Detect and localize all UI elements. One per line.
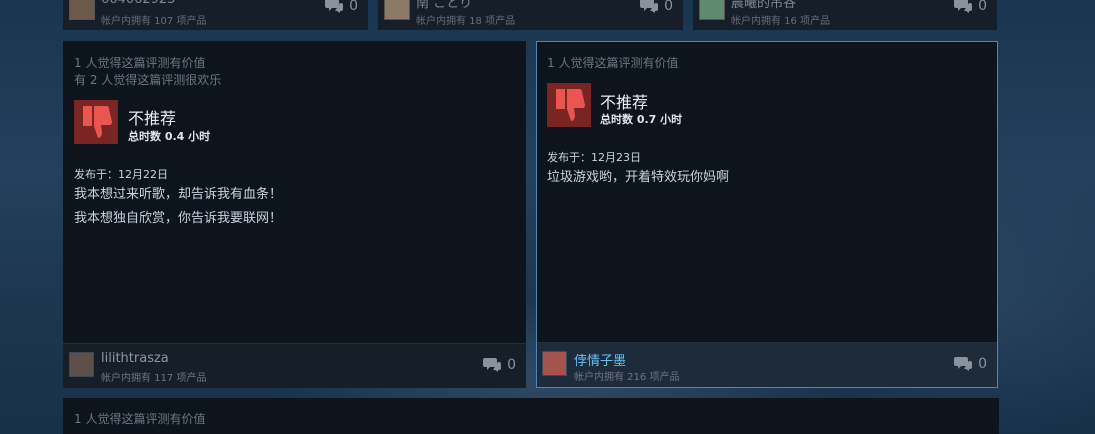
comment-count: 0 bbox=[978, 0, 987, 14]
author-name[interactable]: 侼情子墨 bbox=[574, 350, 626, 369]
author-name[interactable]: 晨曦的吊谷 bbox=[731, 0, 796, 11]
avatar[interactable] bbox=[69, 0, 95, 20]
comment-count: 0 bbox=[507, 357, 516, 373]
review-card-bottom[interactable]: 1 人觉得这篇评测有价值 bbox=[63, 398, 999, 434]
thumbs-down-icon bbox=[74, 100, 118, 144]
recommendation-label: 不推荐 bbox=[600, 93, 649, 112]
review-card-top-3: 晨曦的吊谷 帐户内拥有 16 项产品 0 bbox=[693, 0, 997, 30]
helpful-count: 1 人觉得这篇评测有价值 bbox=[547, 56, 679, 70]
recommendation-label: 不推荐 bbox=[128, 109, 177, 128]
avatar[interactable] bbox=[69, 352, 94, 377]
owned-count: 帐户内拥有 216 项产品 bbox=[574, 372, 680, 383]
comment-count: 0 bbox=[664, 0, 673, 14]
comment-count: 0 bbox=[349, 0, 358, 14]
owned-count: 帐户内拥有 18 项产品 bbox=[416, 16, 516, 27]
review-card-top-2: 南 ことり 帐户内拥有 18 项产品 0 bbox=[378, 0, 683, 30]
playtime-hours: 总时数 0.7 小时 bbox=[600, 113, 683, 126]
review-footer: lilithtrasza 帐户内拥有 117 项产品 0 bbox=[63, 343, 526, 388]
helpful-count: 1 人觉得这篇评测有价值 bbox=[74, 412, 206, 426]
review-line: 垃圾游戏哟，开着特效玩你妈啊 bbox=[547, 170, 730, 185]
author-name[interactable]: 664062923 bbox=[101, 0, 175, 7]
author-name[interactable]: 南 ことり bbox=[416, 0, 472, 11]
avatar[interactable] bbox=[384, 0, 410, 20]
comment-button[interactable]: 0 bbox=[954, 0, 987, 14]
owned-count: 帐户内拥有 117 项产品 bbox=[101, 373, 207, 384]
helpful-count: 1 人觉得这篇评测有价值 bbox=[74, 56, 206, 70]
playtime-hours: 总时数 0.4 小时 bbox=[128, 130, 211, 143]
thumbs-down-icon bbox=[547, 83, 591, 127]
comment-button[interactable]: 0 bbox=[325, 0, 358, 14]
comment-icon bbox=[640, 0, 659, 13]
comment-button[interactable]: 0 bbox=[954, 356, 987, 372]
comment-icon bbox=[325, 0, 344, 13]
review-text: 我本想过来听歌，却告诉我有血条！ 我本想独自欣赏，你告诉我要联网！ bbox=[74, 183, 282, 231]
avatar[interactable] bbox=[542, 351, 567, 376]
comment-button[interactable]: 0 bbox=[483, 357, 516, 373]
owned-count: 帐户内拥有 16 项产品 bbox=[731, 16, 831, 27]
posted-date: 发布于：12月22日 bbox=[74, 168, 168, 181]
review-line: 我本想独自欣赏，你告诉我要联网！ bbox=[74, 211, 283, 226]
comment-icon bbox=[954, 0, 973, 13]
comment-button[interactable]: 0 bbox=[640, 0, 673, 14]
author-name[interactable]: lilithtrasza bbox=[101, 351, 169, 366]
review-line: 我本想过来听歌，却告诉我有血条！ bbox=[74, 187, 283, 202]
comment-count: 0 bbox=[978, 356, 987, 372]
review-card-top-1: 664062923 帐户内拥有 107 项产品 0 bbox=[63, 0, 368, 30]
funny-count: 有 2 人觉得这篇评测很欢乐 bbox=[74, 73, 222, 87]
posted-date: 发布于：12月23日 bbox=[547, 151, 641, 164]
review-card[interactable]: 1 人觉得这篇评测有价值 有 2 人觉得这篇评测很欢乐 不推荐 总时数 0.4 … bbox=[63, 41, 526, 388]
avatar[interactable] bbox=[699, 0, 725, 20]
owned-count: 帐户内拥有 107 项产品 bbox=[101, 16, 207, 27]
comment-icon bbox=[954, 357, 973, 371]
review-footer: 侼情子墨 帐户内拥有 216 项产品 0 bbox=[537, 342, 997, 387]
review-card-highlighted[interactable]: 1 人觉得这篇评测有价值 不推荐 总时数 0.7 小时 发布于：12月23日 垃… bbox=[536, 41, 998, 388]
review-text: 垃圾游戏哟，开着特效玩你妈啊 bbox=[547, 166, 729, 190]
comment-icon bbox=[483, 358, 502, 372]
